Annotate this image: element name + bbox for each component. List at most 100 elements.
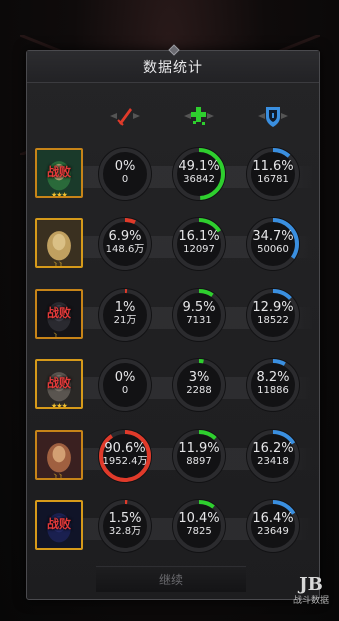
stat-value: 21万: [113, 315, 137, 326]
stat-percent: 6.9%: [108, 229, 142, 244]
hero-rank-stars: ★★★: [51, 191, 68, 198]
hero-portrait[interactable]: 战败 ★★★: [35, 148, 83, 198]
shield-icon: [255, 101, 291, 131]
stat-value: 12097: [183, 244, 215, 255]
panel-title: 数据统计: [143, 59, 203, 76]
stat-ring: 90.6% 1952.4万: [95, 426, 155, 486]
stat-percent: 49.1%: [178, 159, 220, 174]
stat-ring: 8.2% 11886: [243, 355, 303, 415]
stat-ring-text: 49.1% 36842: [169, 159, 229, 186]
stat-ring: 1% 21万: [95, 285, 155, 345]
hero-row: ☽☽ 6.9% 148.6万 16.1% 12097 34.7% 50060: [27, 217, 319, 290]
panel-header: 数据统计: [27, 44, 319, 83]
stat-ring: 12.9% 18522: [243, 285, 303, 345]
stat-value: 23649: [257, 526, 289, 537]
stat-value: 2288: [186, 385, 212, 396]
stat-ring-text: 1.5% 32.8万: [95, 511, 155, 538]
hero-row: 战败 ★★★ 0% 0 49.1% 36842 11.6% 16781: [27, 147, 319, 220]
stat-percent: 9.5%: [182, 300, 216, 315]
stat-ring-text: 3% 2288: [169, 370, 229, 397]
stat-ring: 3% 2288: [169, 355, 229, 415]
defeated-label: 战败: [46, 376, 71, 390]
stat-ring: 0% 0: [95, 355, 155, 415]
stat-icon-row: [27, 101, 319, 137]
stat-value: 23418: [257, 456, 289, 467]
stat-percent: 11.6%: [252, 159, 294, 174]
stat-value: 8897: [186, 456, 212, 467]
stat-value: 11886: [257, 385, 289, 396]
hero-portrait[interactable]: ☽☽: [35, 218, 83, 268]
damage-sword-icon: [107, 101, 143, 131]
stat-ring-text: 16.4% 23649: [243, 511, 303, 538]
stat-ring-text: 10.4% 7825: [169, 511, 229, 538]
stat-ring-text: 16.1% 12097: [169, 229, 229, 256]
stat-percent: 16.4%: [252, 511, 294, 526]
stats-panel: 数据统计 战败 ★★★ 0% 0 49.1% 36842 11.6% 16781…: [26, 44, 320, 600]
stat-percent: 0%: [114, 370, 136, 385]
stat-percent: 16.2%: [252, 441, 294, 456]
stat-percent: 0%: [114, 159, 136, 174]
hero-portrait[interactable]: 战败 ☽: [35, 289, 83, 339]
continue-label: 继续: [158, 573, 183, 587]
continue-button[interactable]: 继续: [96, 566, 246, 592]
hero-rank-stars: ☽: [51, 332, 57, 339]
hero-rank-stars: ★★★: [51, 402, 68, 409]
stat-ring-text: 12.9% 18522: [243, 300, 303, 327]
stat-ring: 34.7% 50060: [243, 214, 303, 274]
stat-ring-text: 8.2% 11886: [243, 370, 303, 397]
hero-portrait[interactable]: 战败: [35, 500, 83, 550]
defeated-label: 战败: [46, 517, 71, 531]
stat-value: 0: [121, 174, 129, 185]
stat-ring-text: 1% 21万: [95, 300, 155, 327]
stat-percent: 1%: [114, 300, 136, 315]
stat-value: 16781: [257, 174, 289, 185]
watermark-text: 战斗数据: [292, 596, 329, 606]
stat-value: 148.6万: [105, 244, 145, 255]
stat-ring-text: 11.6% 16781: [243, 159, 303, 186]
stat-ring: 6.9% 148.6万: [95, 214, 155, 274]
hero-rank-stars: ☽☽: [51, 473, 63, 480]
stat-ring-text: 11.9% 8897: [169, 441, 229, 468]
heal-cross-icon: [181, 101, 217, 131]
stat-percent: 1.5%: [108, 511, 142, 526]
stat-percent: 90.6%: [104, 441, 146, 456]
watermark-logo: JB: [299, 574, 323, 595]
stat-ring-text: 90.6% 1952.4万: [95, 441, 155, 468]
stat-ring: 10.4% 7825: [169, 496, 229, 556]
stat-percent: 12.9%: [252, 300, 294, 315]
hero-portrait[interactable]: ☽☽: [35, 430, 83, 480]
stat-ring-text: 9.5% 7131: [169, 300, 229, 327]
stat-percent: 11.9%: [178, 441, 220, 456]
stat-percent: 3%: [188, 370, 210, 385]
stat-value: 7131: [186, 315, 212, 326]
defeated-label: 战败: [46, 306, 71, 320]
watermark: JB 战斗数据: [286, 575, 336, 615]
stat-ring-text: 6.9% 148.6万: [95, 229, 155, 256]
hero-portrait[interactable]: 战败 ★★★: [35, 359, 83, 409]
stat-ring-text: 0% 0: [95, 370, 155, 397]
stat-ring: 16.1% 12097: [169, 214, 229, 274]
hero-row: 战败 ★★★ 0% 0 3% 2288 8.2% 11886: [27, 358, 319, 431]
stat-value: 1952.4万: [102, 456, 148, 467]
stat-percent: 34.7%: [252, 229, 294, 244]
stat-ring: 16.4% 23649: [243, 496, 303, 556]
hero-rank-stars: ☽☽: [51, 261, 63, 268]
stat-percent: 10.4%: [178, 511, 220, 526]
stat-value: 32.8万: [108, 526, 142, 537]
stat-ring: 1.5% 32.8万: [95, 496, 155, 556]
stat-value: 36842: [183, 174, 215, 185]
stat-ring: 9.5% 7131: [169, 285, 229, 345]
stat-percent: 8.2%: [256, 370, 290, 385]
stat-percent: 16.1%: [178, 229, 220, 244]
stat-ring: 11.9% 8897: [169, 426, 229, 486]
stat-ring-text: 34.7% 50060: [243, 229, 303, 256]
defeated-label: 战败: [46, 165, 71, 179]
stat-ring: 16.2% 23418: [243, 426, 303, 486]
stat-ring-text: 0% 0: [95, 159, 155, 186]
stat-ring: 0% 0: [95, 144, 155, 204]
stat-ring: 49.1% 36842: [169, 144, 229, 204]
stat-ring-text: 16.2% 23418: [243, 441, 303, 468]
hero-row: 战败 ☽ 1% 21万 9.5% 7131 12.9% 18522: [27, 288, 319, 361]
hero-portrait-art: [37, 432, 81, 478]
stat-ring: 11.6% 16781: [243, 144, 303, 204]
